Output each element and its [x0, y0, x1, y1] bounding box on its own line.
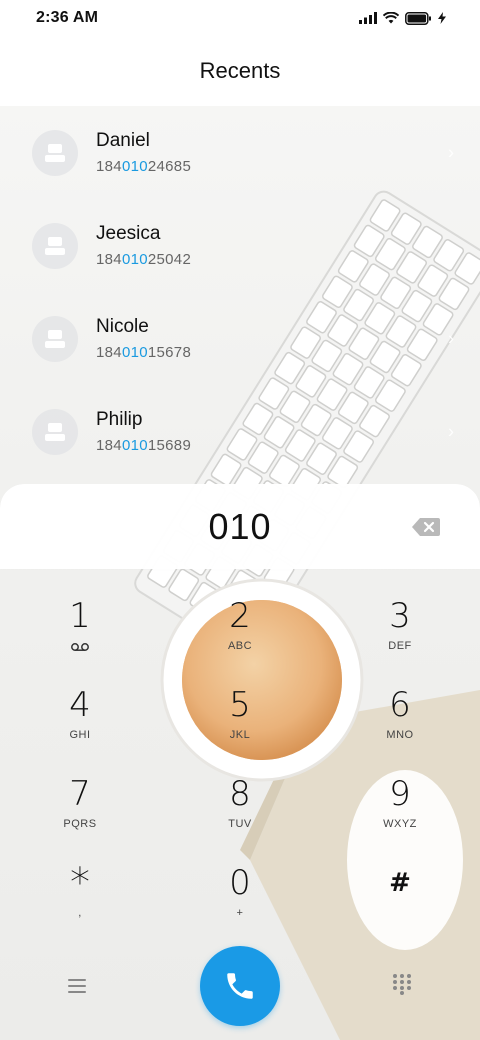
key-8[interactable]: 8 TUV — [160, 762, 320, 851]
key-2[interactable]: 2 ABC — [160, 584, 320, 673]
key-letters: TUV — [228, 818, 252, 830]
key-letters: + — [236, 907, 244, 919]
contact-placeholder-icon — [45, 329, 65, 348]
dialer-panel: 010 1 2 ABC 3 DEF 4 GHI 5 JKL 6 MNO 7 PQ… — [0, 484, 480, 1040]
chevron-right-icon[interactable]: › — [448, 142, 454, 163]
key-digit: # — [389, 868, 411, 898]
key-letters: MNO — [386, 729, 414, 741]
avatar — [32, 129, 78, 176]
list-item[interactable]: Nicole 18401015678 › — [0, 292, 480, 385]
contact-placeholder-icon — [45, 143, 65, 162]
menu-icon[interactable] — [68, 978, 88, 994]
key-3[interactable]: 3 DEF — [320, 584, 480, 673]
chevron-right-icon[interactable]: › — [448, 235, 454, 256]
key-letters: ABC — [227, 640, 253, 652]
avatar — [32, 222, 78, 269]
contact-placeholder-icon — [45, 422, 65, 441]
key-4[interactable]: 4 GHI — [0, 673, 160, 762]
key-star[interactable]: * , — [0, 851, 160, 940]
dialpad-icon[interactable] — [392, 973, 412, 995]
dial-display-bar: 010 — [0, 484, 480, 569]
key-digit: 1 — [69, 596, 91, 636]
avatar — [32, 408, 78, 455]
status-bar: 2:36 AM — [0, 0, 480, 36]
chevron-right-icon[interactable]: › — [448, 421, 454, 442]
key-1[interactable]: 1 — [0, 584, 160, 673]
status-icons — [359, 11, 446, 25]
key-digit: 3 — [389, 596, 411, 636]
dialer-bottom-bar — [0, 940, 480, 1040]
key-letters: PQRS — [63, 818, 97, 830]
key-letters: WXYZ — [383, 818, 417, 830]
contact-name: Jeesica — [96, 223, 161, 244]
contact-placeholder-icon — [45, 236, 65, 255]
key-digit: 5 — [229, 685, 251, 725]
key-5[interactable]: 5 JKL — [160, 673, 320, 762]
call-button[interactable] — [200, 946, 280, 1026]
key-digit: 6 — [389, 685, 411, 725]
wifi-icon — [383, 12, 399, 24]
key-digit: * — [70, 860, 90, 906]
list-item[interactable]: Jeesica 18401025042 › — [0, 199, 480, 292]
list-item[interactable]: Philip 18401015689 › — [0, 385, 480, 478]
voicemail-icon — [71, 643, 89, 651]
contact-number: 18401015678 — [96, 344, 192, 361]
header: Recents — [0, 36, 480, 106]
contact-name: Philip — [96, 409, 143, 430]
chevron-right-icon[interactable]: › — [448, 328, 454, 349]
battery-icon — [405, 11, 431, 25]
recents-list: Daniel 18401024685 › Jeesica 18401025042… — [0, 106, 480, 478]
key-digit: 2 — [229, 596, 251, 636]
backspace-icon[interactable] — [412, 518, 440, 536]
key-9[interactable]: 9 WXYZ — [320, 762, 480, 851]
key-0[interactable]: 0 + — [160, 851, 320, 940]
contact-number: 18401025042 — [96, 251, 192, 268]
key-6[interactable]: 6 MNO — [320, 673, 480, 762]
phone-icon — [227, 973, 253, 999]
keypad: 1 2 ABC 3 DEF 4 GHI 5 JKL 6 MNO 7 PQRS 8… — [0, 584, 480, 940]
key-digit: 4 — [69, 685, 91, 725]
contact-name: Nicole — [96, 316, 149, 337]
key-digit: 8 — [229, 774, 251, 814]
key-letters: JKL — [229, 729, 251, 741]
avatar — [32, 315, 78, 362]
key-7[interactable]: 7 PQRS — [0, 762, 160, 851]
key-digit: 0 — [229, 863, 251, 903]
page-title: Recents — [199, 58, 281, 83]
key-hash[interactable]: # — [320, 851, 480, 940]
signal-icon — [359, 12, 377, 24]
list-item[interactable]: Daniel 18401024685 › — [0, 106, 480, 199]
key-digit: 9 — [389, 774, 411, 814]
dialed-number: 010 — [208, 506, 272, 547]
key-letters: , — [78, 907, 82, 919]
contact-number: 18401024685 — [96, 158, 192, 175]
charging-icon — [438, 12, 446, 24]
key-letters: DEF — [388, 640, 412, 652]
contact-name: Daniel — [96, 130, 150, 151]
key-digit: 7 — [69, 774, 91, 814]
contact-number: 18401015689 — [96, 437, 192, 454]
status-time: 2:36 AM — [36, 9, 99, 26]
key-letters: GHI — [69, 729, 91, 741]
